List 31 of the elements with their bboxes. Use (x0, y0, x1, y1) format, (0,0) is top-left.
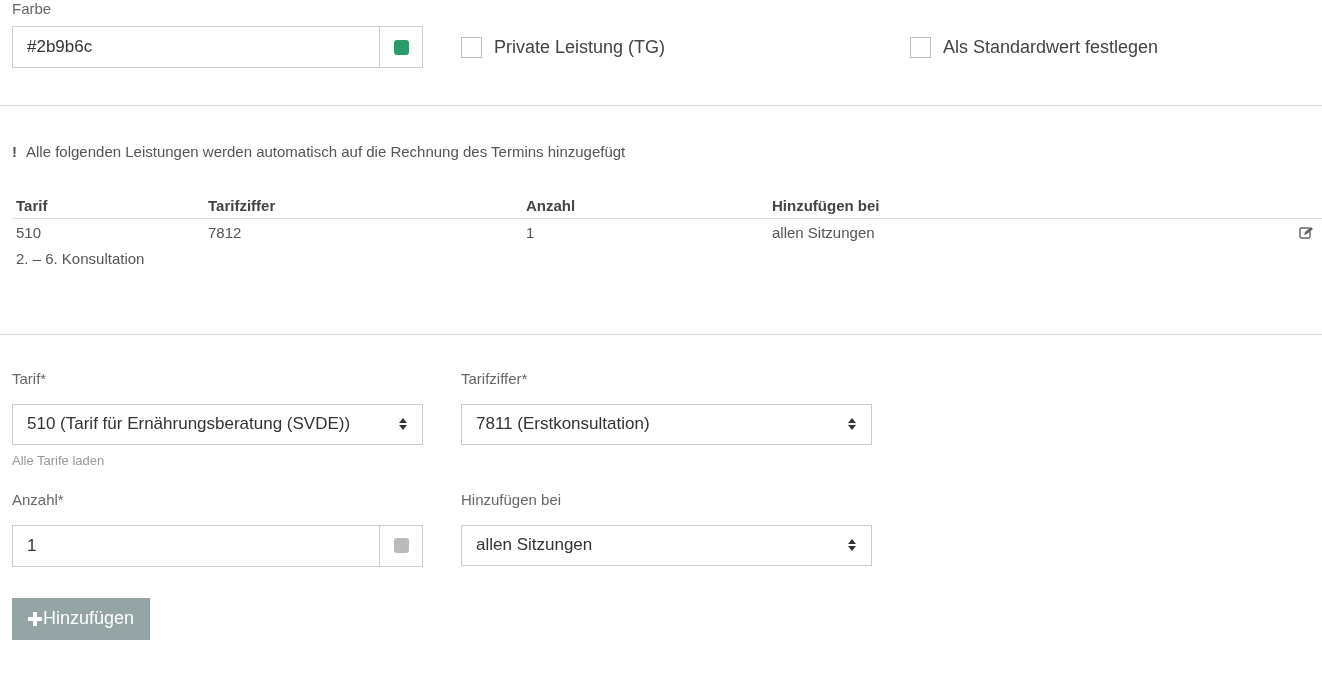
field-label: Hinzufügen bei (461, 490, 563, 509)
field-label: Tarif* (12, 369, 48, 388)
checkbox-label: Als Standardwert festlegen (943, 35, 1159, 59)
checkbox[interactable] (910, 36, 931, 58)
sort-arrows-icon (847, 538, 857, 552)
color-input-field[interactable]: #2b9b6c (12, 26, 423, 68)
field-label: Tarifziffer* (461, 369, 529, 388)
column-header: Tarifziffer (208, 196, 276, 214)
sort-arrows-icon (398, 417, 408, 431)
checkbox[interactable] (461, 36, 482, 58)
exclamation-icon: ! (12, 141, 18, 164)
square-icon (393, 538, 409, 553)
table-cell: 510 (16, 223, 42, 241)
field-label: Farbe (12, 0, 53, 18)
column-header: Tarif (16, 196, 48, 214)
field-label: Anzahl* (12, 490, 65, 509)
column-header: Hinzufügen bei (772, 196, 880, 214)
sort-arrows-icon (847, 417, 857, 431)
select-field[interactable]: 7811 (Erstkonsultation) (461, 403, 872, 445)
table-cell: 7812 (208, 223, 242, 241)
column-header: Anzahl (526, 196, 576, 214)
number-input-field[interactable]: 1 (12, 524, 423, 567)
table-cell: 1 (526, 223, 535, 241)
row-description: 2. – 6. Konsultation (16, 249, 145, 267)
table-cell: allen Sitzungen (772, 223, 875, 241)
checkbox-label: Private Leistung (TG) (494, 35, 666, 59)
select-field[interactable]: allen Sitzungen (461, 524, 872, 566)
select-field[interactable]: 510 (Tarif für Ernährungsberatung (SVDE)) (12, 403, 423, 445)
plus-icon (28, 611, 42, 626)
notice-text: Alle folgenden Leistungen werden automatisch auf die Rechnung des Termins hinzugefügt (26, 142, 626, 162)
edit-icon[interactable] (1299, 226, 1314, 239)
